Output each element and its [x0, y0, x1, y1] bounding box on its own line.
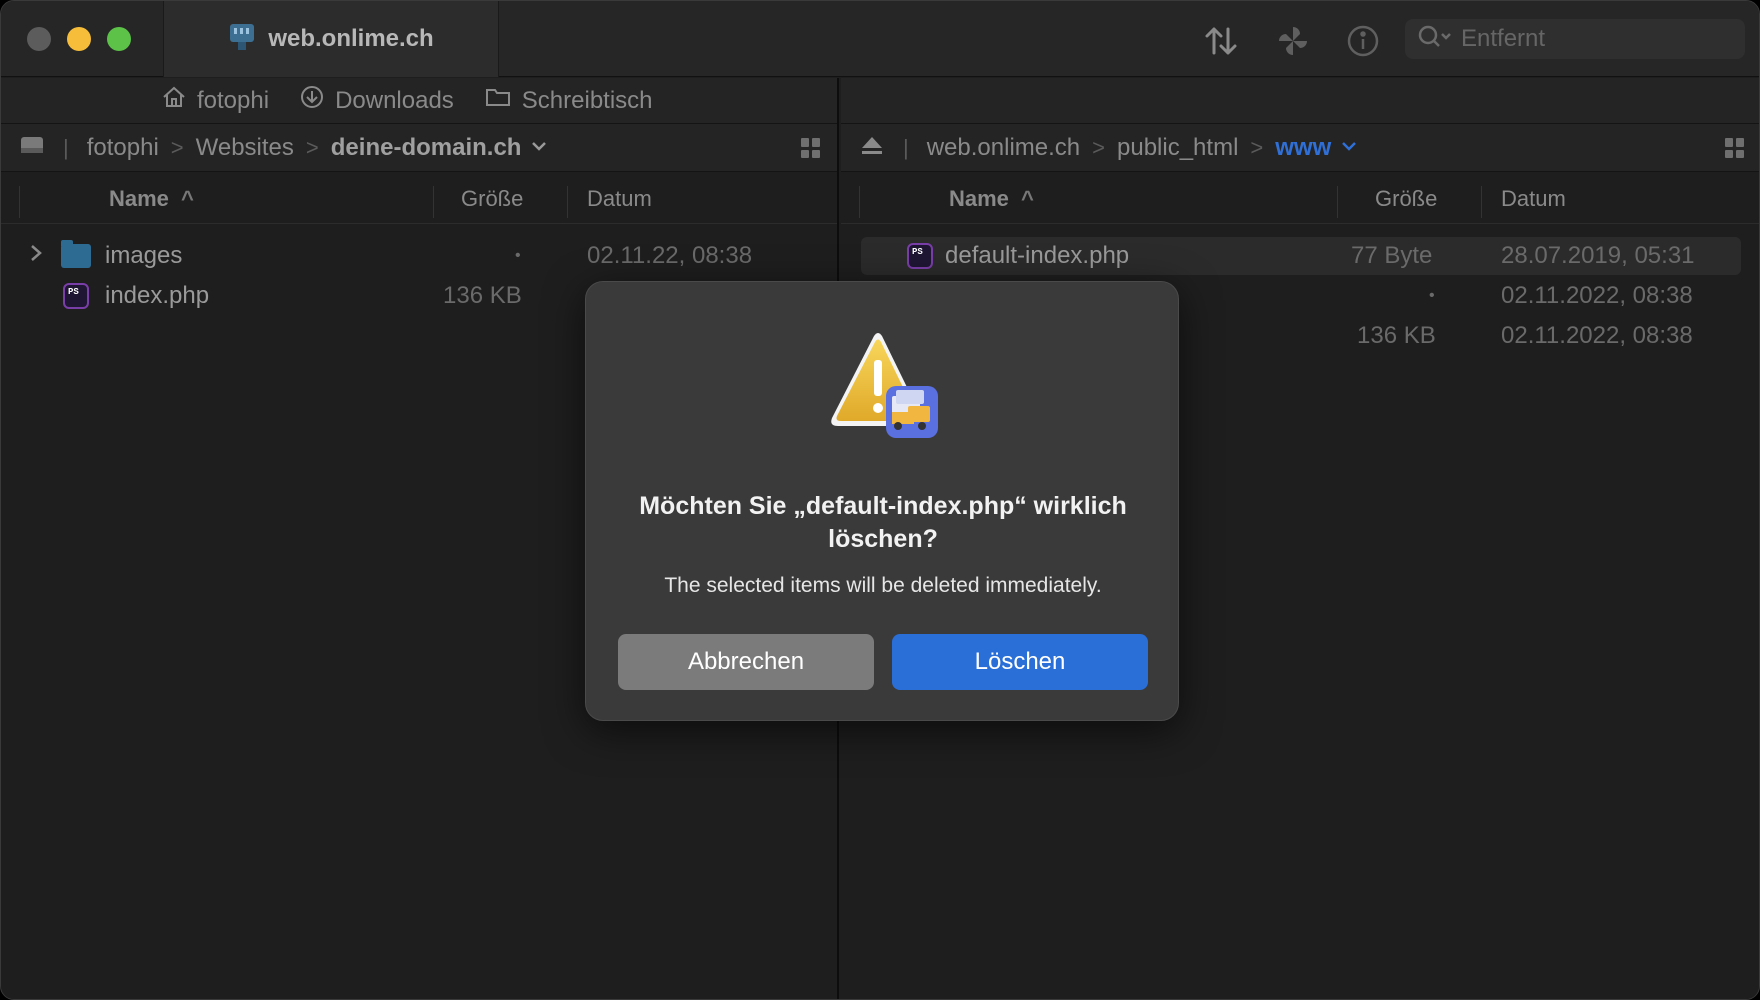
cancel-button[interactable]: Abbrechen: [618, 634, 874, 690]
dialog-message: The selected items will be deleted immed…: [664, 574, 1102, 597]
close-window-button[interactable]: [27, 27, 51, 51]
favorite-home[interactable]: fotophi: [161, 85, 269, 116]
home-icon: [161, 85, 187, 116]
connection-tab[interactable]: web.onlime.ch: [163, 1, 499, 77]
delete-confirm-dialog: Möchten Sie „default-index.php“ wirklich…: [585, 281, 1179, 721]
local-column-header: Name ^ Größe Datum: [1, 172, 837, 224]
app-window: web.onlime.ch Entfernt fotophi Downloads…: [0, 0, 1760, 1000]
folder-icon: [61, 240, 91, 268]
download-icon: [299, 84, 325, 117]
activity-spinner-icon[interactable]: [1273, 21, 1313, 61]
chevron-right-icon: >: [305, 134, 319, 160]
info-icon[interactable]: [1343, 21, 1383, 61]
view-grid-icon[interactable]: [1725, 138, 1745, 158]
favorite-desktop[interactable]: Schreibtisch: [484, 85, 653, 116]
column-size[interactable]: Größe: [461, 186, 523, 212]
remote-favorites-bar: [841, 78, 1759, 124]
search-input[interactable]: [1461, 25, 1721, 53]
chevron-right-icon: >: [1250, 134, 1264, 160]
tab-title: web.onlime.ch: [268, 25, 434, 52]
server-icon: [228, 22, 256, 57]
breadcrumb-current[interactable]: deine-domain.ch: [331, 134, 522, 162]
delete-button[interactable]: Löschen: [892, 634, 1148, 690]
transfer-arrows-icon[interactable]: [1201, 21, 1241, 61]
view-grid-icon[interactable]: [801, 138, 821, 158]
column-size[interactable]: Größe: [1375, 186, 1437, 212]
local-path-bar: | fotophi > Websites > deine-domain.ch: [1, 124, 837, 172]
column-date[interactable]: Datum: [587, 186, 652, 212]
eject-icon[interactable]: [859, 133, 885, 162]
table-row[interactable]: images • 02.11.22, 08:38: [1, 237, 839, 275]
chevron-down-icon[interactable]: [1341, 139, 1357, 157]
chevron-right-icon: >: [1092, 134, 1105, 160]
warning-icon: [822, 328, 946, 453]
favorites-bar: fotophi Downloads Schreibtisch: [1, 78, 837, 124]
search-icon: [1417, 24, 1453, 55]
column-name[interactable]: Name ^: [949, 186, 1034, 212]
remote-column-header: Name ^ Größe Datum: [841, 172, 1759, 224]
title-bar: web.onlime.ch: [1, 1, 1759, 77]
chevron-down-icon[interactable]: [531, 139, 547, 157]
disk-icon[interactable]: [19, 133, 45, 162]
breadcrumb-item[interactable]: fotophi: [87, 134, 159, 162]
php-file-icon: PS: [907, 243, 933, 269]
maximize-window-button[interactable]: [107, 27, 131, 51]
disclosure-chevron-icon[interactable]: [29, 242, 43, 270]
folder-outline-icon: [484, 85, 512, 116]
breadcrumb-item[interactable]: web.onlime.ch: [927, 134, 1080, 162]
table-row[interactable]: PS default-index.php 77 Byte 28.07.2019,…: [841, 237, 1759, 275]
breadcrumb-item[interactable]: public_html: [1117, 134, 1238, 162]
breadcrumb-current[interactable]: www: [1275, 134, 1331, 162]
dialog-title: Möchten Sie „default-index.php“ wirklich…: [639, 492, 1127, 553]
php-file-icon: PS: [63, 283, 89, 309]
remote-path-bar: | web.onlime.ch > public_html > www: [841, 124, 1759, 172]
breadcrumb-item[interactable]: Websites: [196, 134, 294, 162]
column-name[interactable]: Name ^: [109, 186, 194, 212]
minimize-window-button[interactable]: [67, 27, 91, 51]
column-date[interactable]: Datum: [1501, 186, 1566, 212]
chevron-right-icon: >: [170, 134, 184, 160]
search-field[interactable]: [1405, 19, 1745, 59]
favorite-downloads[interactable]: Downloads: [299, 84, 454, 117]
